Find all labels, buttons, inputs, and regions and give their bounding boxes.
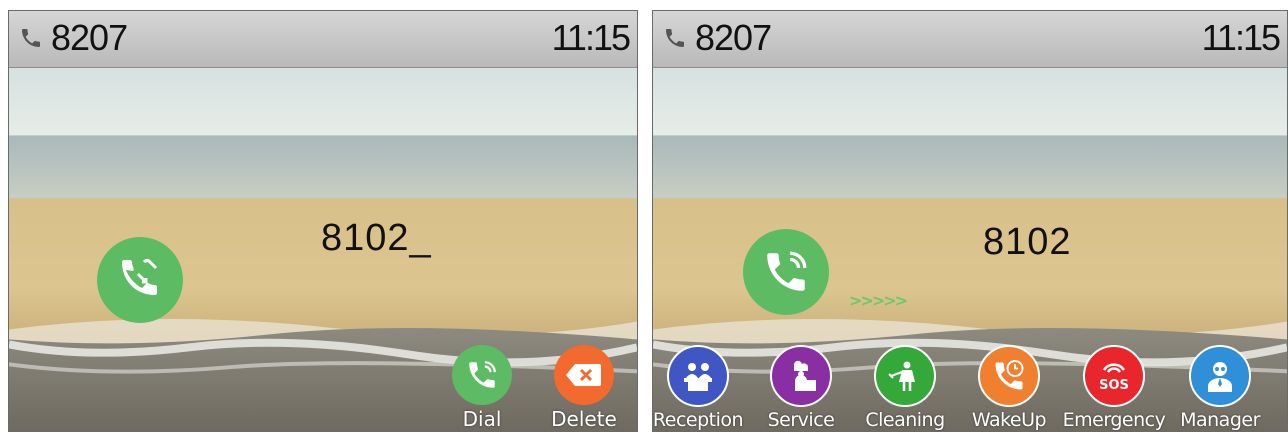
calling-phone-icon — [743, 229, 829, 315]
service-key-service[interactable]: Service — [746, 345, 856, 431]
service-key-wakeup[interactable]: WakeUp — [954, 345, 1064, 431]
phone-icon — [452, 345, 512, 405]
manager-label: Manager — [1180, 409, 1260, 431]
backspace-icon — [554, 345, 614, 405]
extension-number: 8207 — [51, 17, 128, 58]
calling-progress-indicator: >>>>> — [849, 291, 908, 310]
emergency-label: Emergency — [1062, 409, 1166, 431]
dial-input: 8102_ — [321, 217, 432, 259]
phone-screen-calling: 8207 11:15 8102 >>>>> Reception Service … — [652, 10, 1288, 432]
chef-icon — [770, 345, 832, 407]
dial-label: Dial — [462, 407, 502, 431]
service-key-reception[interactable]: Reception — [652, 345, 753, 431]
extension-display: 8207 — [663, 17, 772, 59]
delete-softkey[interactable]: Delete — [529, 345, 637, 431]
extension-display: 8207 — [19, 17, 128, 59]
service-key-manager[interactable]: Manager — [1165, 345, 1275, 431]
delete-label: Delete — [551, 407, 617, 431]
manager-icon — [1189, 345, 1251, 407]
dialed-number: 8102 — [983, 221, 1072, 263]
extension-number: 8207 — [695, 17, 772, 58]
handset-icon — [666, 29, 684, 47]
wakeup-label: WakeUp — [971, 409, 1047, 431]
service-label: Service — [767, 409, 835, 431]
cleaning-icon — [874, 345, 936, 407]
reception-icon — [667, 345, 729, 407]
clock: 11:15 — [551, 17, 631, 58]
cleaning-label: Cleaning — [865, 409, 945, 431]
phone-screen-dialing: 8207 11:15 8102_ Dial Delete — [8, 10, 638, 432]
service-key-cleaning[interactable]: Cleaning — [850, 345, 960, 431]
dial-softkey[interactable]: Dial — [427, 345, 537, 431]
service-key-emergency[interactable]: SOS Emergency — [1059, 345, 1169, 431]
transfer-call-icon — [97, 237, 183, 323]
reception-label: Reception — [652, 409, 744, 431]
status-bar: 8207 11:15 — [9, 11, 637, 68]
wakeup-icon — [978, 345, 1040, 407]
sos-icon: SOS — [1083, 345, 1145, 407]
svg-text:SOS: SOS — [1099, 378, 1129, 393]
clock: 11:15 — [1201, 17, 1281, 58]
handset-icon — [22, 29, 40, 47]
status-bar: 8207 11:15 — [653, 11, 1287, 68]
